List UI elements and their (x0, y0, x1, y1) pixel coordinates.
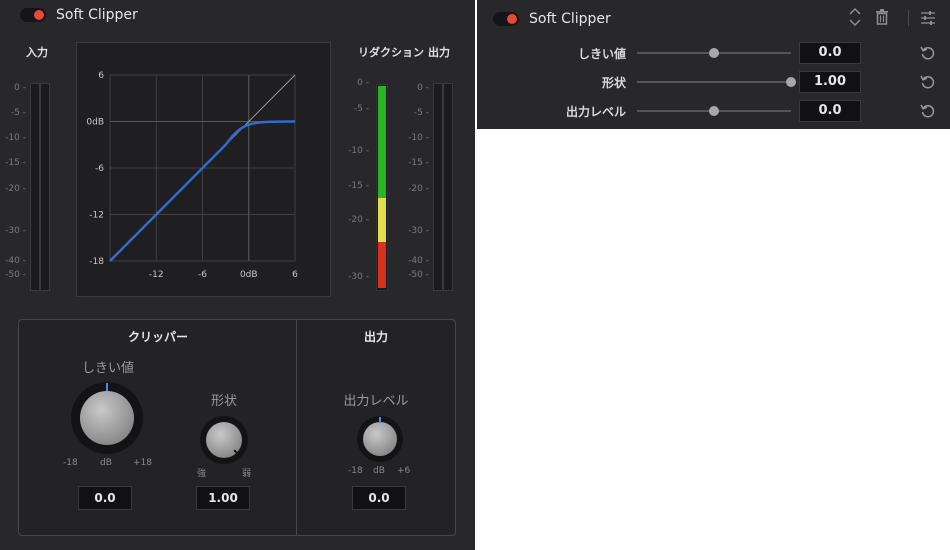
threshold-value-field[interactable]: 0.0 (78, 486, 132, 510)
transfer-curve-graph: 6 0dB -6 -12 -18 -12 -6 0dB 6 (76, 42, 331, 297)
graph-y-tick: -18 (89, 257, 104, 267)
output-level-value-field[interactable]: 0.0 (352, 486, 406, 510)
param-value-field[interactable]: 1.00 (799, 71, 861, 93)
clipper-section-title: クリッパー (127, 330, 188, 344)
output-meter-tick: -20 - (408, 184, 429, 194)
graph-y-tick: -12 (89, 211, 104, 221)
input-meter-left (30, 83, 40, 291)
graph-x-tick: 0dB (240, 270, 258, 280)
output-meter-left (433, 83, 443, 291)
output-section-title: 出力 (363, 330, 388, 344)
input-meter-tick: -40 - (5, 256, 26, 266)
param-slider-thumb[interactable] (709, 106, 719, 116)
shape-max-label: 弱 (242, 469, 252, 479)
input-meter-tick: 0 - (14, 83, 26, 93)
threshold-knob[interactable] (71, 382, 143, 454)
input-meter-tick: -50 - (5, 270, 26, 280)
output-meter-tick: -40 - (408, 256, 429, 266)
reset-icon[interactable] (920, 103, 936, 119)
reduction-meter-tick: -15 - (348, 181, 369, 191)
reduction-meter-tick: -30 - (348, 272, 369, 282)
param-label: 形状 (601, 76, 626, 90)
reset-icon[interactable] (920, 74, 936, 90)
threshold-knob-label: しきい値 (81, 361, 134, 376)
param-slider-thumb[interactable] (786, 77, 796, 87)
compact-header: Soft Clipper (493, 4, 611, 34)
output-meter-tick: 0 - (417, 83, 429, 93)
soft-clipper-compact-panel: Soft Clipper しきい値 0.0 形状 1.00 出力レベル 0.0 (477, 0, 950, 129)
reduction-green-segment (378, 86, 386, 198)
compact-enable-toggle[interactable] (493, 12, 519, 26)
plugin-title: Soft Clipper (56, 7, 138, 23)
threshold-knob-pointer (106, 383, 108, 391)
graph-x-tick: -12 (149, 270, 164, 280)
param-slider-thumb[interactable] (709, 48, 719, 58)
reduction-meter-tick: -20 - (348, 215, 369, 225)
input-meter-tick: -10 - (5, 133, 26, 143)
shape-value-field[interactable]: 1.00 (196, 486, 250, 510)
output-level-max-label: +6 (397, 466, 411, 476)
plugin-header: Soft Clipper (20, 0, 138, 30)
output-level-knob[interactable] (357, 416, 403, 462)
reduction-yellow-segment (378, 198, 386, 242)
enable-toggle[interactable] (20, 8, 46, 22)
param-value-field[interactable]: 0.0 (799, 42, 861, 64)
param-slider[interactable] (637, 81, 791, 83)
output-meter-tick: -50 - (408, 270, 429, 280)
graph-y-tick: -6 (95, 164, 104, 174)
shape-knob-label: 形状 (210, 394, 237, 409)
threshold-unit-label: dB (100, 458, 112, 468)
input-meter-tick: -20 - (5, 184, 26, 194)
chevron-updown-icon[interactable] (847, 6, 863, 32)
output-meter-right (443, 83, 453, 291)
reset-icon[interactable] (920, 45, 936, 61)
compact-enable-indicator (507, 14, 517, 24)
output-meter-tick: -10 - (408, 133, 429, 143)
output-meter-label: 出力 (428, 46, 450, 59)
trash-icon[interactable] (874, 9, 890, 29)
input-meter-tick: -30 - (5, 226, 26, 236)
enable-indicator (34, 10, 44, 20)
output-level-min-label: -18 (348, 466, 363, 476)
reduction-red-segment (378, 242, 386, 288)
output-meter-tick: -15 - (408, 158, 429, 168)
shape-min-label: 強 (197, 469, 207, 479)
param-value-field[interactable]: 0.0 (799, 100, 861, 122)
reduction-meter-tick: -5 - (353, 104, 369, 114)
input-meter-right (40, 83, 50, 291)
output-section: 出力 出力レベル -18 dB +6 0.0 (296, 319, 456, 536)
graph-x-tick: -6 (198, 270, 207, 280)
reduction-meter-tick: 0 - (357, 78, 369, 88)
threshold-min-label: -18 (63, 458, 78, 468)
reduction-meter-label: リダクション (358, 46, 424, 59)
input-meter-tick: -15 - (5, 158, 26, 168)
reduction-meter-tick: -10 - (348, 146, 369, 156)
output-level-knob-pointer (379, 417, 381, 423)
param-label: しきい値 (577, 47, 626, 61)
transfer-curve-svg: 6 0dB -6 -12 -18 -12 -6 0dB 6 (86, 71, 298, 280)
input-meter-label: 入力 (26, 46, 48, 59)
output-meter-tick: -30 - (408, 226, 429, 236)
graph-x-tick: 6 (292, 270, 298, 280)
header-divider (908, 10, 909, 26)
clipper-section: クリッパー しきい値 -18 dB +18 0.0 形状 強 弱 1.00 (18, 319, 298, 536)
graph-y-tick: 6 (98, 71, 104, 81)
soft-clipper-full-panel: Soft Clipper 入力 0 - -5 - -10 - -15 - -20 - -3… (0, 0, 475, 550)
reduction-meter (376, 84, 388, 291)
shape-knob[interactable] (200, 416, 248, 464)
output-meter-tick: -5 - (413, 108, 429, 118)
compact-plugin-title: Soft Clipper (529, 11, 611, 27)
graph-y-tick: 0dB (86, 118, 104, 128)
sliders-icon[interactable] (920, 10, 936, 30)
output-level-knob-label: 出力レベル (343, 394, 409, 409)
param-label: 出力レベル (565, 105, 626, 119)
input-meter-tick: -5 - (10, 108, 26, 118)
threshold-max-label: +18 (133, 458, 152, 468)
output-level-unit-label: dB (373, 466, 385, 476)
